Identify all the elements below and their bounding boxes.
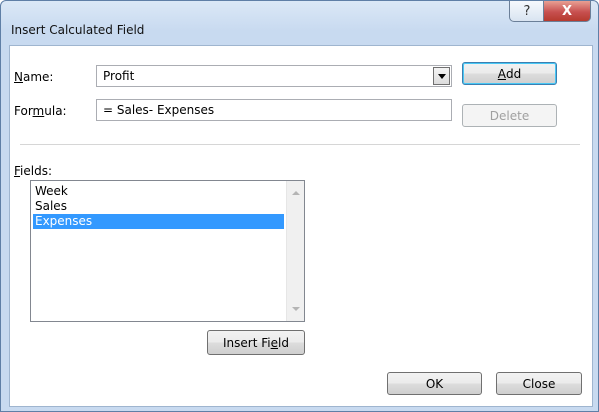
close-window-button[interactable]: X bbox=[543, 1, 591, 22]
ok-button[interactable]: OK bbox=[387, 372, 482, 395]
formula-input[interactable]: = Sales- Expenses bbox=[96, 99, 452, 121]
list-item[interactable]: Week bbox=[33, 184, 284, 199]
delete-button[interactable]: Delete bbox=[462, 104, 557, 127]
name-value: Profit bbox=[103, 69, 135, 83]
separator bbox=[20, 144, 580, 145]
close-icon: X bbox=[561, 3, 573, 19]
list-item[interactable]: Expenses bbox=[33, 214, 284, 229]
dialog-body: Name: Profit Add Formula: = Sales- Expen… bbox=[9, 45, 593, 407]
formula-value: = Sales- Expenses bbox=[103, 103, 215, 117]
vertical-scrollbar[interactable] bbox=[286, 181, 304, 321]
add-button[interactable]: Add bbox=[462, 62, 557, 85]
chevron-down-icon[interactable] bbox=[433, 67, 450, 85]
help-icon: ? bbox=[523, 3, 531, 19]
list-item[interactable]: Sales bbox=[33, 199, 284, 214]
fields-listbox[interactable]: Week Sales Expenses bbox=[30, 180, 305, 322]
dialog-window: Insert Calculated Field ? X Name: Profit… bbox=[0, 0, 599, 412]
insert-field-button[interactable]: Insert Fi e ld bbox=[207, 330, 305, 355]
scroll-down-icon[interactable] bbox=[292, 307, 300, 311]
close-button[interactable]: Close bbox=[496, 372, 582, 395]
fields-label: Fields: bbox=[14, 164, 52, 178]
help-button[interactable]: ? bbox=[509, 1, 545, 22]
dialog-title: Insert Calculated Field bbox=[11, 23, 145, 37]
name-label: Name: bbox=[14, 70, 54, 84]
formula-label: Formula: bbox=[14, 104, 67, 118]
scroll-up-icon[interactable] bbox=[292, 191, 300, 195]
name-combobox[interactable]: Profit bbox=[96, 65, 452, 87]
